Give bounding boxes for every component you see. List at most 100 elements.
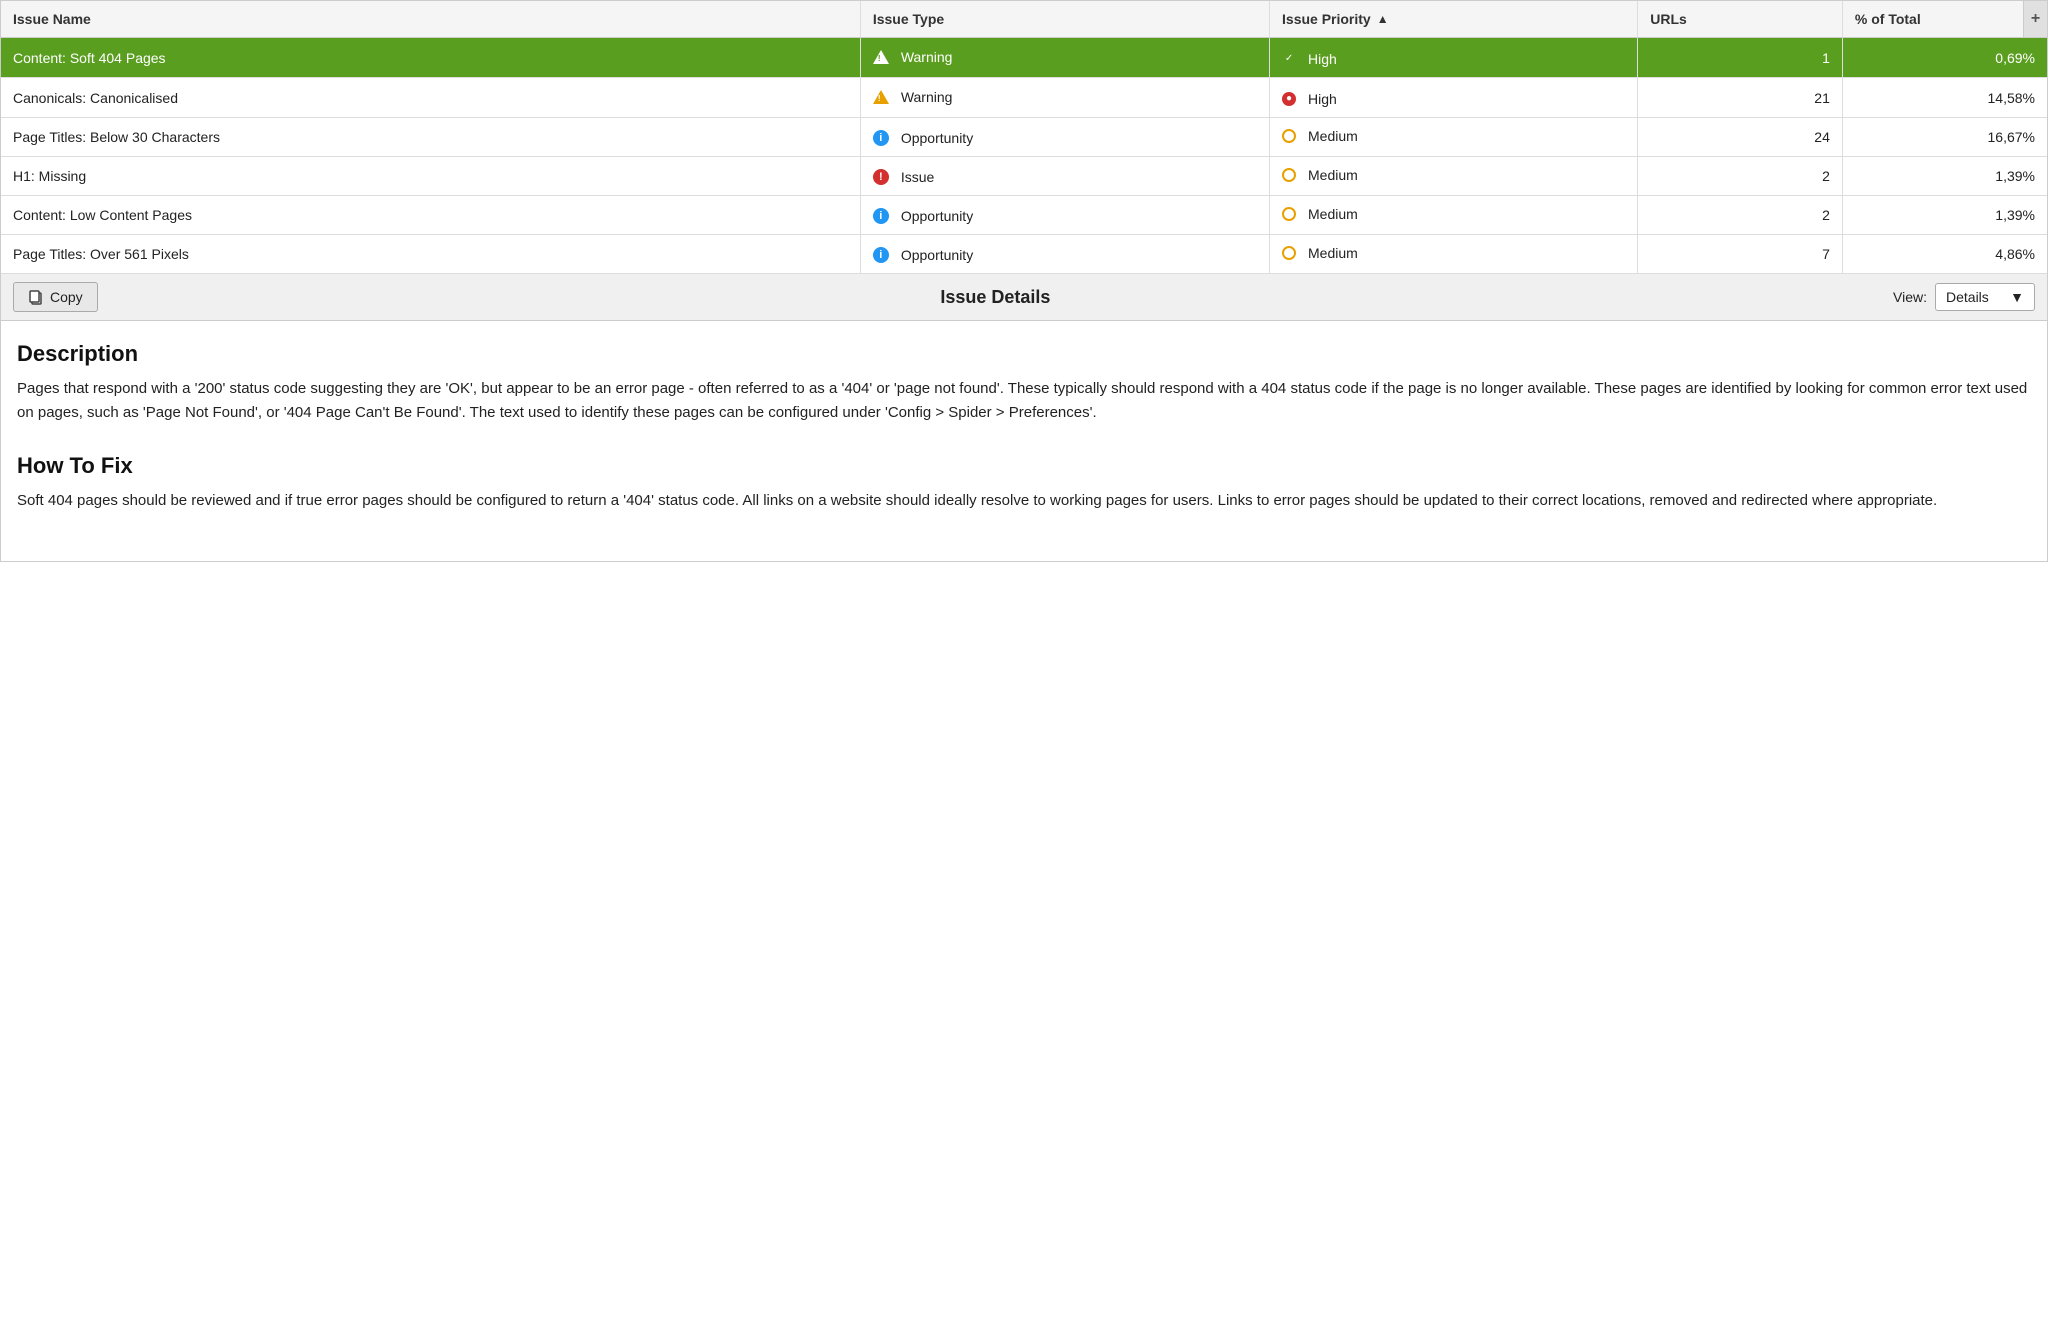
cell-pct: 1,39% xyxy=(1842,196,2047,235)
dropdown-arrow-icon: ▼ xyxy=(2010,289,2024,305)
issue-icon: ! xyxy=(873,169,889,185)
table-row[interactable]: Page Titles: Over 561 Pixels i Opportunity… xyxy=(1,235,2047,274)
issues-table-container: Issue Name Issue Type Issue Priority ▲ U… xyxy=(0,0,2048,274)
cell-priority: Medium xyxy=(1270,235,1638,274)
priority-label: Medium xyxy=(1308,167,1358,183)
col-header-urls[interactable]: URLs xyxy=(1638,1,1843,38)
howtofix-title: How To Fix xyxy=(17,453,2031,479)
cell-priority: ● High xyxy=(1270,78,1638,118)
priority-circle-outline-icon xyxy=(1282,168,1296,182)
col-header-type[interactable]: Issue Type xyxy=(860,1,1269,38)
cell-pct: 4,86% xyxy=(1842,235,2047,274)
view-option-label: Details xyxy=(1946,289,1989,305)
warning-yellow-icon: ! xyxy=(873,90,889,104)
priority-badge: ● High xyxy=(1282,91,1337,107)
type-badge: ! Issue xyxy=(873,169,934,185)
col-header-name[interactable]: Issue Name xyxy=(1,1,860,38)
col-header-pct-label: % of Total xyxy=(1855,11,1921,27)
howtofix-text: Soft 404 pages should be reviewed and if… xyxy=(17,489,2031,513)
cell-priority: Medium xyxy=(1270,118,1638,157)
cell-urls: 24 xyxy=(1638,118,1843,157)
copy-icon xyxy=(28,289,44,305)
cell-name: Content: Soft 404 Pages xyxy=(1,38,860,78)
priority-badge: Medium xyxy=(1282,167,1358,183)
priority-circle-outline-icon xyxy=(1282,246,1296,260)
description-title: Description xyxy=(17,341,2031,367)
cell-urls: 7 xyxy=(1638,235,1843,274)
cell-type: ! Issue xyxy=(860,157,1269,196)
cell-type: ! Warning xyxy=(860,78,1269,118)
view-label: View: xyxy=(1893,289,1927,305)
cell-name: H1: Missing xyxy=(1,157,860,196)
info-icon: i xyxy=(873,130,889,146)
type-label: Issue xyxy=(901,169,934,185)
cell-name: Page Titles: Below 30 Characters xyxy=(1,118,860,157)
type-badge: ! Warning xyxy=(873,49,953,65)
cell-urls: 2 xyxy=(1638,157,1843,196)
priority-circle-outline-icon xyxy=(1282,129,1296,143)
table-row[interactable]: Canonicals: Canonicalised ! Warning ● High… xyxy=(1,78,2047,118)
cell-pct: 1,39% xyxy=(1842,157,2047,196)
warning-icon: ! xyxy=(873,50,889,64)
issues-table: Issue Name Issue Type Issue Priority ▲ U… xyxy=(1,1,2047,274)
priority-badge: Medium xyxy=(1282,245,1358,261)
cell-pct: 14,58% xyxy=(1842,78,2047,118)
col-header-priority[interactable]: Issue Priority ▲ xyxy=(1270,1,1638,38)
cell-priority: ✓ High xyxy=(1270,38,1638,78)
type-badge: i Opportunity xyxy=(873,130,973,146)
cell-urls: 21 xyxy=(1638,78,1843,118)
content-area: Description Pages that respond with a '2… xyxy=(0,321,2048,562)
cell-type: ! Warning xyxy=(860,38,1269,78)
cell-priority: Medium xyxy=(1270,196,1638,235)
type-badge: i Opportunity xyxy=(873,247,973,263)
priority-label: Medium xyxy=(1308,245,1358,261)
view-select[interactable]: Details ▼ xyxy=(1935,283,2035,311)
priority-label: High xyxy=(1308,51,1337,67)
cell-type: i Opportunity xyxy=(860,235,1269,274)
priority-label: Medium xyxy=(1308,128,1358,144)
info-icon: i xyxy=(873,208,889,224)
table-row[interactable]: Content: Soft 404 Pages ! Warning ✓ High 10… xyxy=(1,38,2047,78)
col-header-priority-label: Issue Priority xyxy=(1282,11,1371,27)
col-header-pct[interactable]: % of Total + xyxy=(1842,1,2047,38)
cell-pct: 16,67% xyxy=(1842,118,2047,157)
priority-circle-outline-icon xyxy=(1282,207,1296,221)
priority-badge: Medium xyxy=(1282,206,1358,222)
type-label: Opportunity xyxy=(901,247,973,263)
cell-urls: 2 xyxy=(1638,196,1843,235)
priority-label: High xyxy=(1308,91,1337,107)
cell-type: i Opportunity xyxy=(860,196,1269,235)
cell-priority: Medium xyxy=(1270,157,1638,196)
table-wrapper: Issue Name Issue Type Issue Priority ▲ U… xyxy=(0,0,2048,274)
description-text: Pages that respond with a '200' status c… xyxy=(17,377,2031,425)
table-row[interactable]: H1: Missing! Issue Medium 21,39% xyxy=(1,157,2047,196)
type-label: Warning xyxy=(901,89,953,105)
cell-name: Page Titles: Over 561 Pixels xyxy=(1,235,860,274)
copy-button[interactable]: Copy xyxy=(13,282,98,312)
type-label: Warning xyxy=(901,49,953,65)
type-badge: i Opportunity xyxy=(873,208,973,224)
copy-label: Copy xyxy=(50,289,83,305)
priority-circle-red-icon: ● xyxy=(1282,92,1296,106)
priority-circle-check-icon: ✓ xyxy=(1282,52,1296,66)
table-row[interactable]: Page Titles: Below 30 Characters i Opportu… xyxy=(1,118,2047,157)
cell-type: i Opportunity xyxy=(860,118,1269,157)
cell-pct: 0,69% xyxy=(1842,38,2047,78)
table-row[interactable]: Content: Low Content Pages i Opportunity Me… xyxy=(1,196,2047,235)
table-header-row: Issue Name Issue Type Issue Priority ▲ U… xyxy=(1,1,2047,38)
type-label: Opportunity xyxy=(901,130,973,146)
cell-urls: 1 xyxy=(1638,38,1843,78)
cell-name: Content: Low Content Pages xyxy=(1,196,860,235)
priority-badge: ✓ High xyxy=(1282,51,1337,67)
toolbar-title: Issue Details xyxy=(98,287,1893,308)
type-badge: ! Warning xyxy=(873,89,953,105)
info-icon: i xyxy=(873,247,889,263)
sort-arrow-icon: ▲ xyxy=(1377,12,1389,26)
type-label: Opportunity xyxy=(901,208,973,224)
add-column-button[interactable]: + xyxy=(2023,1,2047,37)
priority-label: Medium xyxy=(1308,206,1358,222)
toolbar: Copy Issue Details View: Details ▼ xyxy=(0,274,2048,321)
view-section: View: Details ▼ xyxy=(1893,283,2035,311)
cell-name: Canonicals: Canonicalised xyxy=(1,78,860,118)
priority-badge: Medium xyxy=(1282,128,1358,144)
